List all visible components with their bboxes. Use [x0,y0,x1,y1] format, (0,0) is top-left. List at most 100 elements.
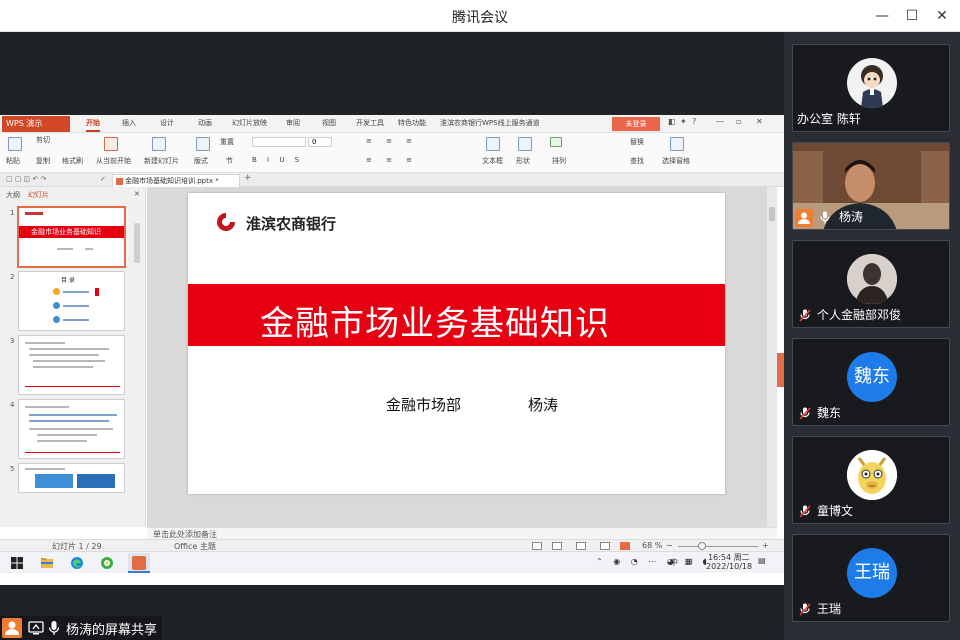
tab-features[interactable]: 特色功能 [398,118,426,128]
section-button[interactable]: 节 [226,156,233,166]
new-slide-button[interactable]: 新建幻灯片 [144,156,179,166]
tab-view[interactable]: 视图 [322,118,336,128]
tab-review[interactable]: 审阅 [286,118,300,128]
notes-area[interactable]: 单击此处添加备注 [147,527,777,539]
participant-card[interactable]: 杨涛 [792,142,950,230]
settings-icon[interactable]: ✦ [680,117,687,126]
picture-icon[interactable] [550,137,562,147]
slide-thumbnail-5[interactable] [18,463,125,493]
mic-muted-icon [799,505,811,518]
play-from-current-icon[interactable] [104,137,118,151]
close-button[interactable]: ✕ [932,6,952,26]
select-pane-icon[interactable] [670,137,684,151]
slide-thumbnail-4[interactable] [18,399,125,459]
thumb-bullet [53,302,60,309]
find-button[interactable]: 查找 [630,156,644,166]
format-painter-button[interactable]: 格式刷 [62,156,83,166]
layout-icon[interactable] [196,137,210,151]
slide-thumbnail-2[interactable]: 目 录 [18,271,125,331]
font-style-buttons[interactable]: B I U S [252,156,303,164]
zoom-slider[interactable] [678,546,758,547]
play-from-current-button[interactable]: 从当前开始 [96,156,131,166]
tab-home[interactable]: 开始 [86,118,100,132]
textbox-button[interactable]: 文本框 [482,156,503,166]
skin-icon[interactable]: ◧ [668,117,676,126]
participant-card[interactable]: 童博文 [792,436,950,524]
canvas-scrollbar[interactable] [767,187,777,527]
pptx-file-icon [116,178,123,185]
edge-browser-icon[interactable] [70,556,84,570]
tab-developer[interactable]: 开发工具 [356,118,384,128]
windows-start-icon[interactable] [10,556,24,570]
file-explorer-icon[interactable] [40,556,54,570]
copy-button[interactable]: 复制 [36,156,50,166]
reset-button[interactable]: 重置 [220,137,234,147]
document-tab[interactable]: 金融市场基础知识培训.pptx * [112,174,240,187]
participant-card[interactable]: 魏东 魏东 [792,338,950,426]
check-icon[interactable]: ✓ [100,175,106,183]
tab-animation[interactable]: 动画 [198,118,212,128]
replace-button[interactable]: 替换 [630,137,644,147]
login-badge[interactable]: 未登录 [612,117,660,131]
slide-thumbnail-1[interactable]: 金融市场业务基础知识 [18,207,125,267]
sorter-view-icon[interactable] [552,542,562,550]
tab-insert[interactable]: 插入 [122,118,136,128]
360-browser-icon[interactable] [100,556,114,570]
cut-button[interactable]: 剪切 [36,135,50,145]
select-pane-button[interactable]: 选择窗格 [662,156,690,166]
wps-restore-icon[interactable]: ▫ [736,117,741,126]
scrollbar-thumb[interactable] [769,207,775,221]
quick-access-icons[interactable]: ▢ ▢ ◫ ↶ ↷ [6,175,46,183]
ime-options-icon[interactable]: ⊞ [686,557,693,566]
paste-label[interactable]: 粘贴 [6,156,20,166]
layout-button[interactable]: 版式 [194,156,208,166]
arrange-button[interactable]: 排列 [552,156,566,166]
task-pane-handle[interactable] [777,353,784,387]
normal-view-icon[interactable] [532,542,542,550]
thumb-line [29,354,99,356]
shape-icon[interactable] [518,137,532,151]
minimize-button[interactable]: — [872,6,892,26]
tray-icons[interactable]: ⌃ ◉ ◔ ⋯ ◕ ▥ ◖ [596,557,711,566]
thumb-line [63,291,89,293]
new-tab-icon[interactable]: + [244,173,252,183]
play-slideshow-icon[interactable] [620,542,630,550]
align-buttons[interactable]: ≡ ≡ ≡ [366,156,418,164]
participant-card[interactable]: 王瑞 王瑞 [792,534,950,622]
outline-view-icon[interactable] [600,542,610,550]
zoom-slider-handle[interactable] [698,542,706,550]
tab-slideshow[interactable]: 幻灯片放映 [232,118,267,128]
current-slide[interactable]: 淮滨农商银行 金融市场业务基础知识 金融市场部 杨涛 [188,193,725,494]
thumb-number: 5 [10,465,15,473]
new-slide-icon[interactable] [152,137,166,151]
textbox-icon[interactable] [486,137,500,151]
participant-card[interactable]: 办公室 陈轩 [792,44,950,132]
maximize-button[interactable]: ☐ [902,6,922,26]
panel-scrollbar[interactable] [134,223,140,263]
paragraph-buttons[interactable]: ≡ ≡ ≡ [366,137,418,145]
shape-button[interactable]: 形状 [516,156,530,166]
slide-thumbnail-3[interactable] [18,335,125,395]
clock-date[interactable]: 2022/10/18 [706,562,752,571]
reading-view-icon[interactable] [576,542,586,550]
panel-close-icon[interactable]: ✕ [134,190,140,198]
font-size-select[interactable]: 0 [308,137,332,147]
help-icon[interactable]: ? [692,117,696,126]
zoom-out-icon[interactable]: − [666,541,673,550]
ime-indicator[interactable]: 中 [670,557,678,568]
tab-bank-service[interactable]: 淮滨农商银行WPS线上服务通道 [440,118,540,128]
taskbar-wps-button[interactable] [128,553,150,573]
tab-outline[interactable]: 大纲 [6,190,20,200]
tab-slides[interactable]: 幻灯片 [28,190,49,200]
zoom-in-icon[interactable]: + [762,541,769,550]
tab-design[interactable]: 设计 [160,118,174,128]
thumb-image [77,474,115,488]
paste-icon[interactable] [8,137,22,151]
notification-icon[interactable]: ▤ [758,556,766,565]
wps-app-menu[interactable]: WPS 演示 [2,116,70,132]
participant-card[interactable]: 个人金融部邓俊 [792,240,950,328]
thumb-rule [25,452,120,453]
wps-minimize-icon[interactable]: — [716,117,724,126]
wps-close-icon[interactable]: ✕ [756,117,763,126]
font-family-select[interactable] [252,137,306,147]
